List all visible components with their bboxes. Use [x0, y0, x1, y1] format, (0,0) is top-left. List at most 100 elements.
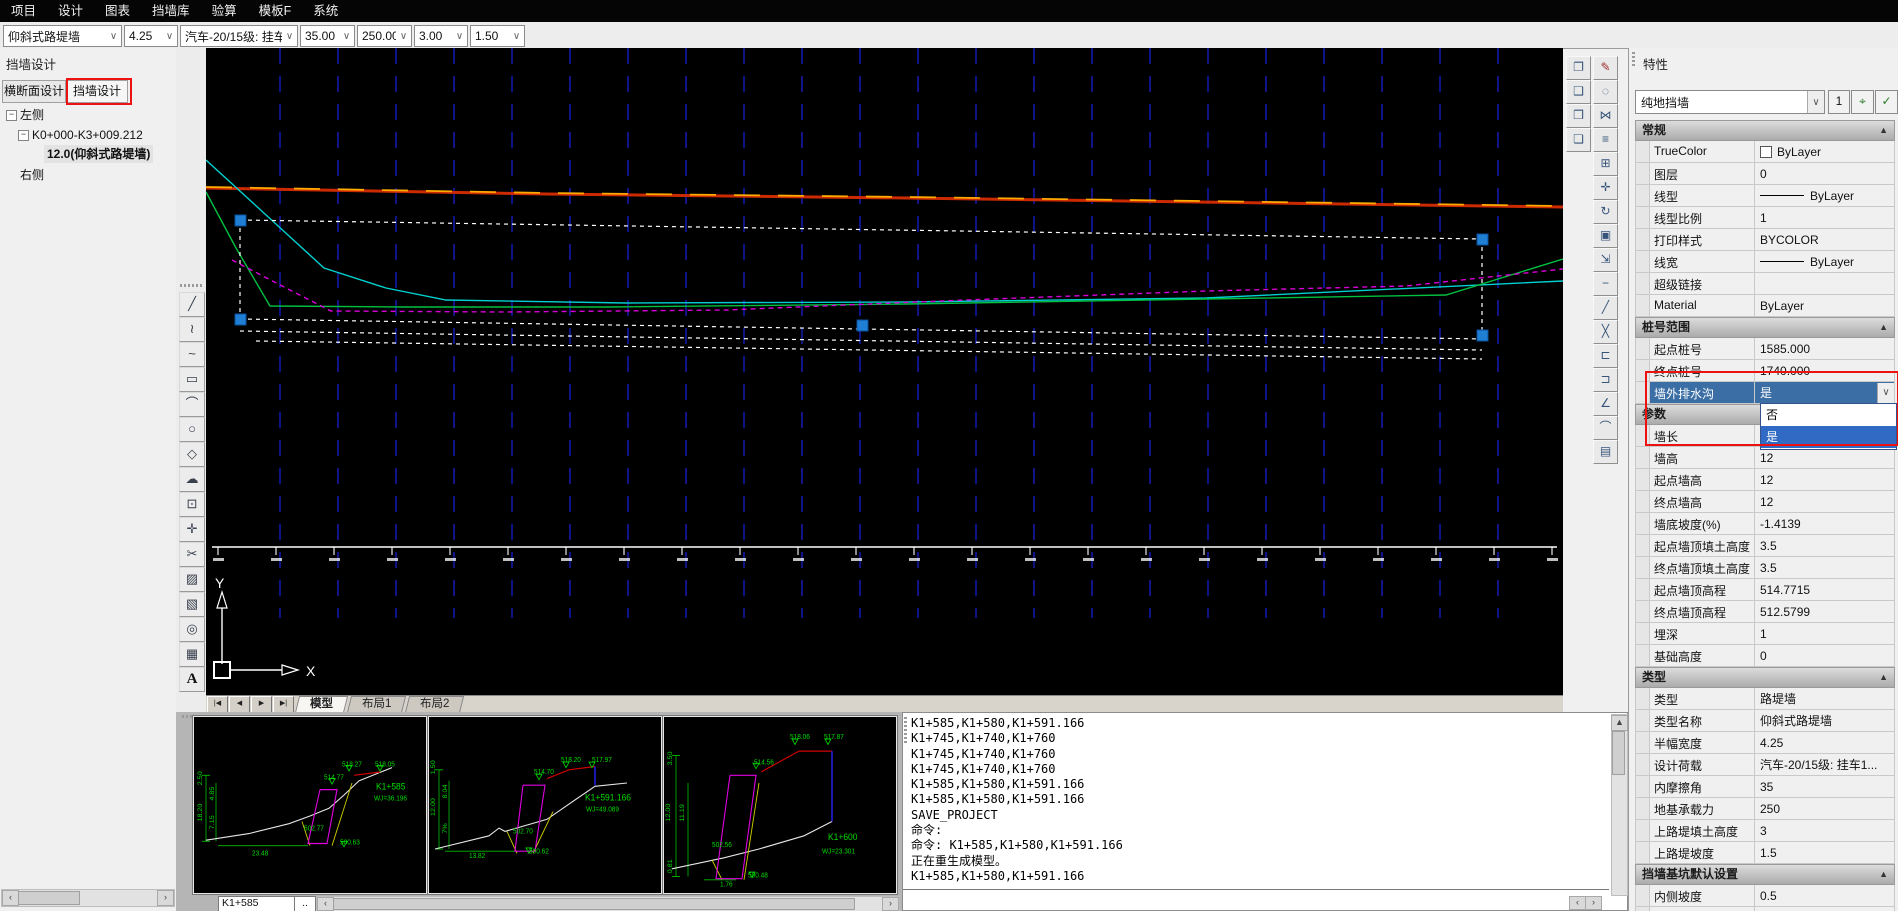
property-value[interactable]: ByLayer: [1755, 295, 1894, 316]
toolbar-combo-wall-type[interactable]: 仰斜式路堤墙∨: [3, 25, 122, 47]
property-value[interactable]: [1755, 273, 1894, 294]
extend-icon[interactable]: ╳: [1593, 320, 1618, 344]
collapse-icon[interactable]: ▲: [1879, 318, 1888, 337]
toolbar-combo-design-load[interactable]: 汽车-20/15级: 挂车100∨: [180, 25, 298, 47]
tree-expander[interactable]: −: [18, 130, 29, 141]
tree-item-0[interactable]: 左侧: [20, 106, 44, 124]
thumbnail-cross-section-K1+585[interactable]: 518.27518.05514.77502.77500.6323.48K1+58…: [193, 716, 427, 894]
trim-icon[interactable]: ╱: [1593, 296, 1618, 320]
property-value[interactable]: 512.5799: [1755, 601, 1894, 622]
revcloud-icon[interactable]: ☁: [179, 467, 205, 492]
move-icon[interactable]: ✛: [1593, 176, 1618, 200]
scroll-left-button[interactable]: ‹: [1569, 896, 1586, 910]
scrollbar-thumb[interactable]: [18, 891, 80, 905]
section-header-常规[interactable]: 常规▲: [1635, 120, 1895, 141]
toolbar-grip[interactable]: [180, 284, 202, 287]
tree-item-3[interactable]: 右侧: [20, 166, 44, 184]
array-icon[interactable]: ⊞: [1593, 152, 1618, 176]
polyline-icon[interactable]: ≀: [179, 317, 205, 342]
menu-item-6[interactable]: 系统: [302, 0, 349, 22]
property-value[interactable]: 250: [1755, 798, 1894, 819]
property-value[interactable]: 12: [1755, 491, 1894, 512]
property-value[interactable]: 路堤墙: [1755, 688, 1894, 709]
menu-item-3[interactable]: 挡墙库: [141, 0, 201, 22]
scroll-left-button[interactable]: ‹: [2, 890, 19, 906]
gradient-icon[interactable]: ▧: [179, 592, 205, 617]
scroll-right-button[interactable]: ›: [882, 897, 899, 911]
property-value[interactable]: 是∨: [1755, 382, 1894, 403]
toolbar-combo-half-width[interactable]: 4.25∨: [124, 25, 178, 47]
dropdown-option-是[interactable]: 是: [1761, 426, 1896, 448]
property-value[interactable]: 1.5: [1755, 842, 1894, 863]
table-icon[interactable]: ▦: [179, 642, 205, 667]
chamfer-icon[interactable]: ∠: [1593, 392, 1618, 416]
layout-nav-button-1[interactable]: ◀: [229, 696, 250, 713]
property-value[interactable]: 1740.000: [1755, 360, 1894, 381]
stretch-icon[interactable]: ⇲: [1593, 248, 1618, 272]
left-panel-hscrollbar[interactable]: ‹ ›: [1, 889, 175, 907]
property-value[interactable]: 汽车-20/15级: 挂车1...: [1755, 754, 1894, 775]
menu-item-5[interactable]: 模板F: [248, 0, 303, 22]
circle-icon[interactable]: ○: [179, 417, 205, 442]
tree-expander[interactable]: −: [6, 110, 17, 121]
chevron-down-icon[interactable]: ∨: [452, 31, 467, 42]
chevron-down-icon[interactable]: ∨: [509, 31, 524, 42]
lengthen-icon[interactable]: −: [1593, 272, 1618, 296]
property-value[interactable]: 3.5: [1755, 557, 1894, 578]
layout-nav-button-3[interactable]: ▶|: [273, 696, 294, 713]
station-combobox[interactable]: K1+585: [218, 896, 300, 911]
move-icon[interactable]: ✛: [179, 517, 205, 542]
spline-icon[interactable]: ~: [179, 342, 205, 367]
thumbnail-cross-section-K1+600[interactable]: 518.06517.87514.56502.56500.481.76K1+600…: [663, 716, 897, 894]
erase-icon[interactable]: ✂: [179, 542, 205, 567]
layout-tab-模型[interactable]: 模型: [295, 696, 348, 713]
cad-viewport[interactable]: YX: [206, 48, 1563, 695]
menu-item-2[interactable]: 图表: [94, 0, 141, 22]
property-value[interactable]: ByLayer: [1755, 185, 1894, 206]
layout-tab-布局2[interactable]: 布局2: [405, 696, 465, 713]
property-value[interactable]: 1: [1755, 207, 1894, 228]
property-value[interactable]: 4.25: [1755, 732, 1894, 753]
section-header-挡墙基坑默认设置[interactable]: 挡墙基坑默认设置▲: [1635, 864, 1895, 885]
property-value[interactable]: 12: [1755, 469, 1894, 490]
property-value[interactable]: BYCOLOR: [1755, 229, 1894, 250]
solid-edit-icon[interactable]: ▤: [1593, 440, 1618, 464]
thumbnails-hscrollbar[interactable]: ‹ ›: [316, 896, 900, 911]
menu-item-0[interactable]: 项目: [0, 0, 47, 22]
property-value[interactable]: ByLayer: [1755, 251, 1894, 272]
layout-tab-布局1[interactable]: 布局1: [347, 696, 407, 713]
polygon-icon[interactable]: ◇: [179, 442, 205, 467]
chevron-down-icon[interactable]: ∨: [282, 31, 297, 42]
layout-nav-button-2[interactable]: ▶: [251, 696, 272, 713]
property-value[interactable]: 仰斜式路堤墙: [1755, 710, 1894, 731]
tab-横断面设计[interactable]: 横断面设计: [2, 80, 66, 103]
section-header-类型[interactable]: 类型▲: [1635, 667, 1895, 688]
tree-item-2[interactable]: 12.0(仰斜式路堤墙): [44, 145, 153, 163]
toolbar-combo-slope-rate[interactable]: 1.50∨: [470, 25, 525, 47]
property-value[interactable]: 1585.000: [1755, 338, 1894, 359]
property-value[interactable]: ByLayer: [1755, 141, 1894, 162]
station-more-button[interactable]: ..: [294, 896, 316, 911]
scroll-up-button[interactable]: ▲: [1611, 715, 1628, 731]
tree-item-1[interactable]: K0+000-K3+009.212: [32, 126, 143, 144]
chevron-down-icon[interactable]: ∨: [396, 31, 411, 42]
property-value[interactable]: 0.5: [1755, 907, 1894, 911]
scroll-right-button[interactable]: ›: [1585, 896, 1602, 910]
property-value[interactable]: 0: [1755, 645, 1894, 666]
scroll-left-button[interactable]: ‹: [317, 897, 334, 911]
log-vscrollbar[interactable]: ▲: [1611, 714, 1628, 896]
collapse-icon[interactable]: ▲: [1879, 865, 1888, 884]
property-value[interactable]: 0: [1755, 163, 1894, 184]
break-point-icon[interactable]: ⊏: [1593, 344, 1618, 368]
select-objects-button[interactable]: ⌖: [1851, 90, 1874, 114]
rotate-icon[interactable]: ↻: [1593, 200, 1618, 224]
chevron-down-icon[interactable]: ∨: [339, 31, 354, 42]
offset-icon[interactable]: ≡: [1593, 128, 1618, 152]
dropdown-option-否[interactable]: 否: [1761, 404, 1896, 426]
pick-add-toggle-button[interactable]: 1: [1828, 90, 1850, 114]
collapse-icon[interactable]: ▲: [1879, 668, 1888, 687]
layout-nav-button-0[interactable]: |◀: [207, 696, 228, 713]
copy-base-icon[interactable]: ❑: [1566, 80, 1591, 104]
quick-select-button[interactable]: ✓: [1875, 90, 1898, 114]
command-log[interactable]: K1+585,K1+580,K1+591.166 K1+745,K1+740,K…: [902, 712, 1628, 911]
